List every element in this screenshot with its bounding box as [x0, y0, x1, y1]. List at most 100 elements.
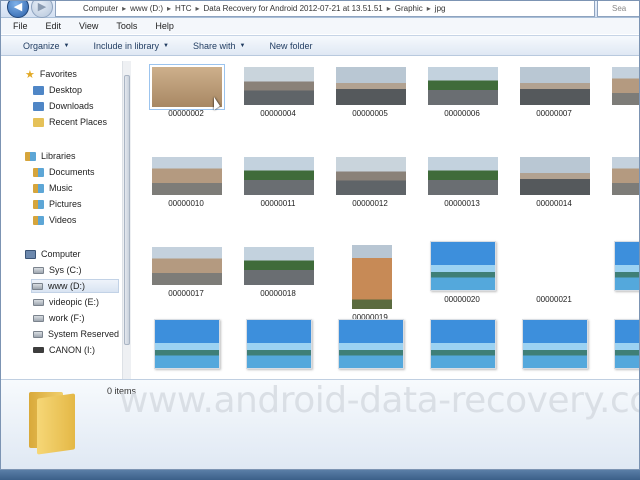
sidebar-item-sys-c[interactable]: Sys (C:)	[33, 263, 119, 277]
chevron-down-icon: ▼	[63, 42, 70, 49]
breadcrumb-item[interactable]: jpg	[435, 4, 446, 13]
chevron-right-icon[interactable]: ▸	[167, 4, 171, 13]
file-thumbnail[interactable]: 00000020	[422, 241, 502, 305]
image-preview	[152, 247, 222, 285]
sidebar-scrollbar[interactable]	[122, 61, 131, 379]
sidebar-item-label: Computer	[41, 249, 81, 259]
image-preview	[336, 157, 406, 195]
search-input[interactable]: Sea	[597, 1, 639, 17]
forward-button[interactable]: ▶	[31, 1, 53, 18]
image-preview	[428, 67, 498, 105]
watermark: www.android-data-recovery.com	[119, 380, 640, 421]
chevron-right-icon[interactable]: ▸	[122, 4, 126, 13]
image-preview	[612, 67, 639, 105]
breadcrumb-item[interactable]: HTC	[175, 4, 191, 13]
image-preview	[152, 157, 222, 195]
file-thumbnail[interactable]: 00000007	[514, 65, 594, 125]
image-preview	[244, 157, 314, 195]
file-name: 00000002	[168, 109, 204, 118]
sidebar-item-system-reserved[interactable]: System Reserved	[33, 327, 119, 341]
sidebar-item-label: Pictures	[49, 199, 82, 209]
file-thumbnail[interactable]: 00000019	[330, 245, 410, 322]
mouse-cursor-icon	[214, 97, 220, 110]
file-thumbnail[interactable]: 00000014	[514, 155, 594, 215]
star-icon: ★	[25, 68, 35, 81]
menu-file[interactable]: File	[13, 21, 28, 31]
menu-edit[interactable]: Edit	[46, 21, 62, 31]
image-preview	[520, 67, 590, 105]
sidebar-item-www-d[interactable]: www (D:)	[31, 279, 119, 293]
file-thumbnail[interactable]: 00000013	[422, 155, 502, 215]
image-preview	[430, 319, 496, 369]
sidebar-item-label: Videos	[49, 215, 77, 225]
navigation-pane: ★ Favorites Desktop Downloads Recent Pla…	[1, 57, 123, 379]
file-thumbnail[interactable]: 00000011	[238, 155, 318, 215]
file-thumbnail[interactable]	[606, 155, 639, 215]
computer-icon	[25, 249, 36, 259]
file-thumbnail[interactable]	[330, 319, 410, 379]
file-thumbnail[interactable]: 00000021	[514, 245, 594, 305]
image-preview	[338, 319, 404, 369]
drive-icon	[33, 266, 44, 274]
sidebar-item-label: Recent Places	[49, 117, 108, 127]
image-preview	[520, 157, 590, 195]
file-name: 00000014	[536, 199, 572, 208]
breadcrumb-item[interactable]: Graphic	[395, 4, 423, 13]
file-name: 00000020	[444, 295, 480, 304]
file-thumbnail[interactable]	[606, 65, 639, 125]
sidebar-item-label: www (D:)	[48, 281, 85, 291]
sidebar-item-videopic-e[interactable]: videopic (E:)	[33, 295, 119, 309]
chevron-right-icon[interactable]: ▸	[196, 4, 200, 13]
image-preview	[244, 247, 314, 285]
drive-icon	[33, 314, 44, 322]
breadcrumb-item[interactable]: www (D:)	[130, 4, 163, 13]
image-preview	[246, 319, 312, 369]
file-thumbnail[interactable]: 00000017	[146, 245, 226, 305]
sidebar-item-label: Music	[49, 183, 73, 193]
breadcrumb[interactable]: Computer ▸ www (D:) ▸ HTC ▸ Data Recovery for …	[55, 1, 595, 17]
share-with-button[interactable]: Share with ▼	[193, 41, 245, 51]
taskbar-edge	[0, 470, 640, 480]
desktop-icon	[33, 85, 44, 95]
breadcrumb-item[interactable]: Data Recovery for Android 2012-07-21 at …	[204, 4, 383, 13]
file-thumbnail[interactable]: 00000010	[146, 155, 226, 215]
scrollbar-thumb[interactable]	[124, 75, 130, 345]
details-pane: 0 items www.android-data-recovery.com	[1, 379, 640, 469]
sidebar-item-work-f[interactable]: work (F:)	[33, 311, 119, 325]
file-thumbnail[interactable]: 00000012	[330, 155, 410, 215]
file-thumbnail[interactable]	[606, 319, 639, 379]
menu-tools[interactable]: Tools	[116, 21, 137, 31]
file-thumbnail[interactable]	[238, 319, 318, 379]
folder-icon	[29, 386, 77, 455]
organize-button[interactable]: Organize ▼	[23, 41, 69, 51]
include-label: Include in library	[93, 40, 160, 51]
chevron-right-icon[interactable]: ▸	[427, 4, 431, 13]
file-thumbnail[interactable]	[146, 319, 226, 379]
file-thumbnail[interactable]: 00000005	[330, 65, 410, 125]
file-thumbnail[interactable]	[514, 319, 594, 379]
file-thumbnail[interactable]: 00000006	[422, 65, 502, 125]
menu-view[interactable]: View	[79, 21, 98, 31]
sidebar-item-canon-i[interactable]: CANON (I:)	[33, 343, 119, 357]
new-folder-button[interactable]: New folder	[269, 41, 312, 51]
removable-drive-icon	[33, 347, 44, 353]
libraries-icon	[25, 151, 36, 161]
menu-help[interactable]: Help	[155, 21, 174, 31]
file-thumbnail[interactable]: 00000002	[146, 64, 226, 125]
image-preview	[612, 157, 639, 195]
include-in-library-button[interactable]: Include in library ▼	[93, 41, 168, 51]
image-preview	[428, 157, 498, 195]
sidebar-item-label: work (F:)	[49, 313, 85, 323]
sidebar-item-label: CANON (I:)	[49, 345, 95, 355]
file-name: 00000010	[168, 199, 204, 208]
chevron-right-icon[interactable]: ▸	[387, 4, 391, 13]
image-preview	[149, 64, 225, 110]
back-button[interactable]: ◀	[7, 1, 29, 18]
file-thumbnail[interactable]: 00000018	[238, 245, 318, 305]
file-thumbnail[interactable]: 00000004	[238, 65, 318, 125]
file-thumbnail[interactable]	[422, 319, 502, 379]
image-preview	[244, 67, 314, 105]
sidebar-item-label: Documents	[49, 167, 95, 177]
breadcrumb-item[interactable]: Computer	[83, 4, 118, 13]
file-thumbnail[interactable]	[606, 241, 639, 305]
